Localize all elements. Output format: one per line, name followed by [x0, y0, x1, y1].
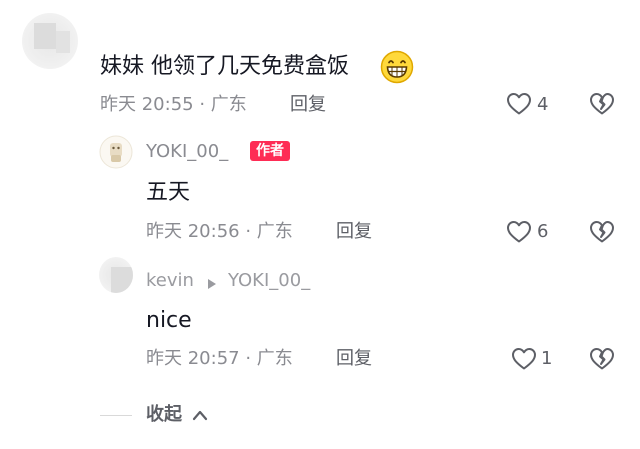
reply-meta: 昨天 20:57 · 广东	[146, 348, 293, 369]
reply-text: nice	[146, 308, 192, 333]
collapse-label: 收起	[146, 404, 182, 425]
like-count: 4	[537, 94, 549, 115]
broken-heart-icon[interactable]	[589, 347, 615, 371]
heart-outline-icon[interactable]	[511, 347, 537, 371]
heart-outline-icon[interactable]	[506, 92, 532, 116]
like-count: 6	[537, 221, 549, 242]
comment-text: 妹妹 他领了几天免费盒饭	[100, 56, 349, 78]
author-avatar[interactable]	[99, 135, 133, 169]
heart-outline-icon[interactable]	[506, 220, 532, 244]
comment-text-body: 妹妹 他领了几天免费盒饭	[100, 54, 349, 79]
commenter-avatar[interactable]	[22, 13, 78, 69]
reply-username[interactable]: YOKI_00_	[146, 143, 228, 161]
reply-text: 五天	[146, 180, 191, 205]
grinning-face-emoji	[380, 50, 414, 84]
author-badge: 作者	[250, 141, 290, 161]
replier-avatar[interactable]	[99, 257, 133, 293]
reply-arrow-icon	[206, 275, 218, 289]
reply-button[interactable]: 回复	[336, 223, 372, 241]
collapse-divider	[100, 415, 132, 416]
reply-to-username[interactable]: YOKI_00_	[228, 272, 310, 290]
collapse-button[interactable]: 收起	[146, 406, 182, 424]
comment-meta: 昨天 20:55 · 广东	[100, 94, 247, 115]
chevron-up-icon[interactable]	[191, 407, 209, 423]
reply-meta: 昨天 20:56 · 广东	[146, 221, 293, 242]
like-count: 1	[541, 348, 553, 369]
broken-heart-icon[interactable]	[589, 220, 615, 244]
reply-username[interactable]: kevin	[146, 272, 194, 290]
reply-button[interactable]: 回复	[290, 96, 326, 114]
reply-button[interactable]: 回复	[336, 350, 372, 368]
broken-heart-icon[interactable]	[589, 92, 615, 116]
